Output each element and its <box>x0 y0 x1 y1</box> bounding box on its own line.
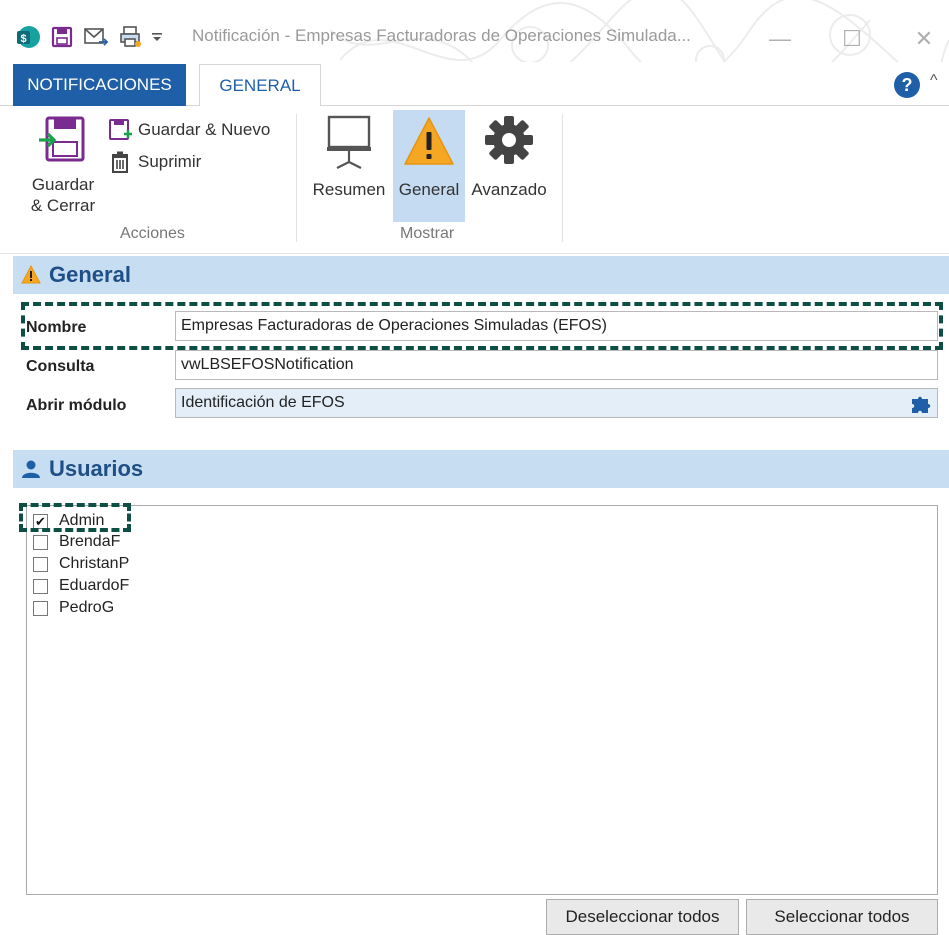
usuarios-section-title: Usuarios <box>49 456 144 481</box>
app-logo-icon: $ <box>14 23 42 51</box>
title-bar: $ Notificación - Empresas Facturadoras d… <box>0 0 949 62</box>
customize-toolbar-icon[interactable] <box>150 23 164 51</box>
select-all-button[interactable]: Seleccionar todos <box>746 899 938 935</box>
consulta-label: Consulta <box>26 358 95 375</box>
presentation-board-icon <box>327 115 371 169</box>
warning-icon <box>21 265 41 284</box>
send-mail-icon[interactable] <box>82 23 110 51</box>
list-item[interactable]: PedroG <box>33 597 114 619</box>
resumen-label: Resumen <box>312 180 386 199</box>
print-icon[interactable] <box>116 23 144 51</box>
list-item[interactable]: BrendaF <box>33 531 120 553</box>
tab-notificaciones[interactable]: NOTIFICACIONES <box>13 64 186 106</box>
trash-icon <box>112 151 128 173</box>
admin-highlight-box <box>19 503 131 532</box>
guardar-cerrar-label-1: Guardar <box>31 175 95 194</box>
general-section-title: General <box>49 262 131 287</box>
ribbon-panel: Guardar & Cerrar Guardar & Nuevo Suprimi… <box>0 106 949 254</box>
avanzado-button[interactable]: Avanzado <box>466 114 552 200</box>
gear-icon <box>485 116 533 164</box>
quick-access-toolbar: $ <box>14 22 170 52</box>
user-checkbox[interactable] <box>33 578 48 594</box>
minimize-button[interactable]: — <box>760 22 800 56</box>
user-checkbox[interactable] <box>33 556 48 572</box>
mostrar-group-label: Mostrar <box>400 225 455 242</box>
help-icon[interactable]: ? <box>894 72 920 98</box>
avanzado-label: Avanzado <box>471 180 547 199</box>
puzzle-icon <box>911 396 930 413</box>
user-checkbox[interactable] <box>33 534 48 550</box>
close-button[interactable]: ✕ <box>904 22 944 56</box>
collapse-ribbon-icon[interactable]: ^ <box>930 72 938 90</box>
user-name: BrendaF <box>59 533 121 550</box>
general-view-button[interactable]: General <box>393 114 465 200</box>
save-new-icon <box>109 119 132 140</box>
guardar-nuevo-button[interactable]: Guardar & Nuevo <box>108 118 270 142</box>
maximize-button[interactable]: ☐ <box>832 22 872 56</box>
nombre-highlight-box <box>21 302 943 350</box>
ribbon-group-separator <box>562 114 563 242</box>
window-title: Notificación - Empresas Facturadoras de … <box>192 26 691 45</box>
general-view-label: General <box>398 180 460 199</box>
user-checkbox[interactable] <box>33 600 48 616</box>
abrir-modulo-field[interactable]: Identificación de EFOS <box>175 388 938 418</box>
user-name: EduardoF <box>59 577 130 594</box>
ribbon-tab-bar: NOTIFICACIONES GENERAL <box>0 62 949 107</box>
save-close-icon <box>39 116 85 162</box>
general-section-header: General <box>13 256 949 294</box>
save-icon[interactable] <box>48 23 76 51</box>
list-item[interactable]: ChristanP <box>33 553 129 575</box>
guardar-cerrar-button[interactable]: Guardar & Cerrar <box>20 114 106 216</box>
guardar-nuevo-label: Guardar & Nuevo <box>138 120 271 139</box>
users-list: ✔ Admin BrendaF ChristanP EduardoF Pedro… <box>26 505 938 895</box>
acciones-group-label: Acciones <box>120 225 185 242</box>
svg-text:$: $ <box>20 33 26 45</box>
resumen-button[interactable]: Resumen <box>308 114 390 200</box>
tab-general[interactable]: GENERAL <box>199 64 321 107</box>
user-icon <box>22 460 40 478</box>
user-name: PedroG <box>59 599 115 616</box>
warning-icon <box>404 117 454 165</box>
suprimir-button[interactable]: Suprimir <box>108 150 201 174</box>
module-picker-button[interactable] <box>904 388 937 418</box>
list-item[interactable]: EduardoF <box>33 575 129 597</box>
usuarios-section-header: Usuarios <box>13 450 949 488</box>
consulta-field[interactable]: vwLBSEFOSNotification <box>175 350 938 380</box>
user-name: ChristanP <box>59 555 130 572</box>
suprimir-label: Suprimir <box>138 152 202 171</box>
abrir-modulo-label: Abrir módulo <box>26 397 127 414</box>
deselect-all-button[interactable]: Deseleccionar todos <box>546 899 739 935</box>
guardar-cerrar-label-2: & Cerrar <box>30 196 96 215</box>
ribbon-group-separator <box>296 114 297 242</box>
